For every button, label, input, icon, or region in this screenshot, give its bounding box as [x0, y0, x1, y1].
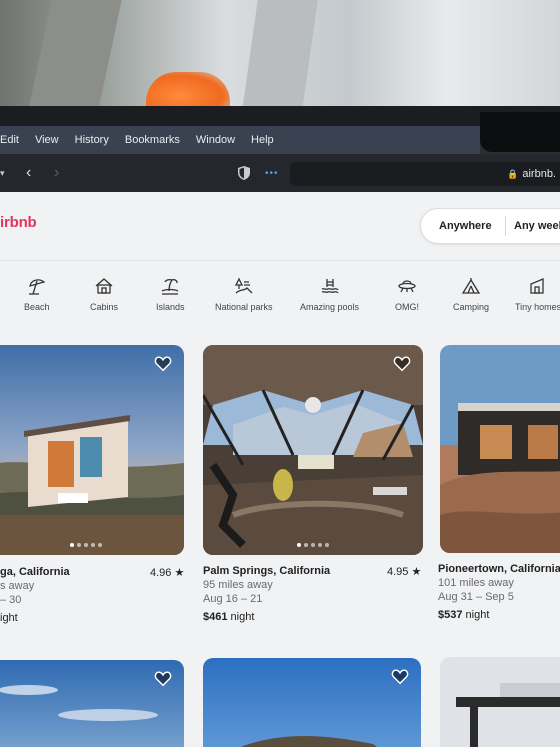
- listing-price: ight: [0, 612, 18, 624]
- chevron-down-icon[interactable]: ▾: [0, 168, 14, 179]
- national-park-icon: [234, 277, 253, 294]
- cabin-icon: [95, 278, 113, 294]
- menu-edit[interactable]: Edit: [0, 134, 19, 146]
- laptop-bezel: [0, 106, 560, 126]
- listing-dates: Aug 16 – 21: [203, 593, 263, 605]
- listing-image[interactable]: [440, 657, 560, 747]
- address-bar[interactable]: 🔒 airbnb.: [290, 162, 560, 186]
- image-carousel-dots[interactable]: [70, 543, 102, 547]
- listing-price: $537 night: [438, 609, 490, 621]
- window-frame: [240, 0, 320, 112]
- tent-icon: [461, 278, 481, 294]
- category-camping[interactable]: Camping: [453, 276, 489, 312]
- listing-rating: 4.95 ★: [387, 566, 422, 578]
- listing-distance: s away: [0, 580, 35, 592]
- search-pill[interactable]: Anywhere Any week: [420, 208, 560, 244]
- heart-icon[interactable]: [154, 670, 172, 688]
- category-islands[interactable]: Islands: [156, 276, 185, 312]
- airbnb-page: irbnb Anywhere Any week Beach Cabins Isl…: [0, 192, 560, 747]
- lock-icon: 🔒: [507, 168, 519, 179]
- background-room: [0, 0, 560, 112]
- search-anywhere[interactable]: Anywhere: [421, 220, 505, 232]
- pool-icon: [321, 279, 339, 293]
- category-national-parks[interactable]: National parks: [215, 276, 273, 312]
- heart-icon[interactable]: [154, 355, 172, 373]
- listing-image[interactable]: [0, 660, 184, 747]
- listing-dates: Aug 31 – Sep 5: [438, 591, 514, 603]
- category-tiny-homes[interactable]: Tiny homes: [515, 276, 560, 312]
- menu-help[interactable]: Help: [251, 134, 274, 146]
- category-omg[interactable]: OMG!: [395, 276, 419, 312]
- palm-springs-photo: [203, 345, 423, 555]
- star-icon: ★: [174, 567, 185, 579]
- listing-image[interactable]: [440, 345, 560, 553]
- browser-toolbar: ▾ ‹ › ••• 🔒 airbnb.: [0, 154, 560, 192]
- menu-history[interactable]: History: [75, 134, 109, 146]
- menu-view[interactable]: View: [35, 134, 59, 146]
- search-any-week[interactable]: Any week: [506, 220, 560, 232]
- listing-dates: – 30: [0, 594, 22, 606]
- listing-distance: 101 miles away: [438, 577, 514, 589]
- listing-image[interactable]: [0, 345, 184, 555]
- extensions-dots-icon[interactable]: •••: [265, 168, 279, 179]
- tiny-home-icon: [530, 278, 544, 294]
- menu-window[interactable]: Window: [196, 134, 235, 146]
- listing-image[interactable]: [203, 345, 423, 555]
- listing-photo: [203, 658, 421, 747]
- shield-icon[interactable]: [238, 166, 250, 180]
- airbnb-logo[interactable]: irbnb: [0, 214, 37, 231]
- menu-bar: Edit View History Bookmarks Window Help: [0, 126, 480, 154]
- listing-price: $461 night: [203, 611, 255, 623]
- category-beach[interactable]: Beach: [24, 276, 50, 312]
- category-bar: Beach Cabins Islands National parks Amaz…: [0, 276, 560, 320]
- umbrella-icon: [28, 279, 46, 295]
- url-text: airbnb.: [522, 168, 556, 180]
- back-arrow-icon[interactable]: ‹: [26, 164, 40, 182]
- pioneertown-photo: [440, 345, 560, 553]
- menu-bookmarks[interactable]: Bookmarks: [125, 134, 180, 146]
- listing-image[interactable]: [203, 658, 421, 747]
- forward-arrow-icon[interactable]: ›: [54, 164, 68, 182]
- image-carousel-dots[interactable]: [297, 543, 329, 547]
- camera-notch: [480, 112, 560, 152]
- window-frame: [26, 0, 124, 112]
- heart-icon[interactable]: [393, 355, 411, 373]
- cabin-photo: [0, 345, 184, 555]
- header-divider: [0, 260, 560, 261]
- listing-distance: 95 miles away: [203, 579, 273, 591]
- category-cabins[interactable]: Cabins: [90, 276, 118, 312]
- listing-info: Pioneertown, California 101 miles away A…: [438, 563, 560, 621]
- listing-photo: [440, 657, 560, 747]
- listing-title: Pioneertown, California: [438, 563, 560, 575]
- island-icon: [161, 278, 179, 295]
- category-amazing-pools[interactable]: Amazing pools: [300, 276, 359, 312]
- ufo-icon: [398, 280, 416, 293]
- listing-rating: 4.96 ★: [150, 567, 185, 579]
- star-icon: ★: [411, 566, 422, 578]
- heart-icon[interactable]: [391, 668, 409, 686]
